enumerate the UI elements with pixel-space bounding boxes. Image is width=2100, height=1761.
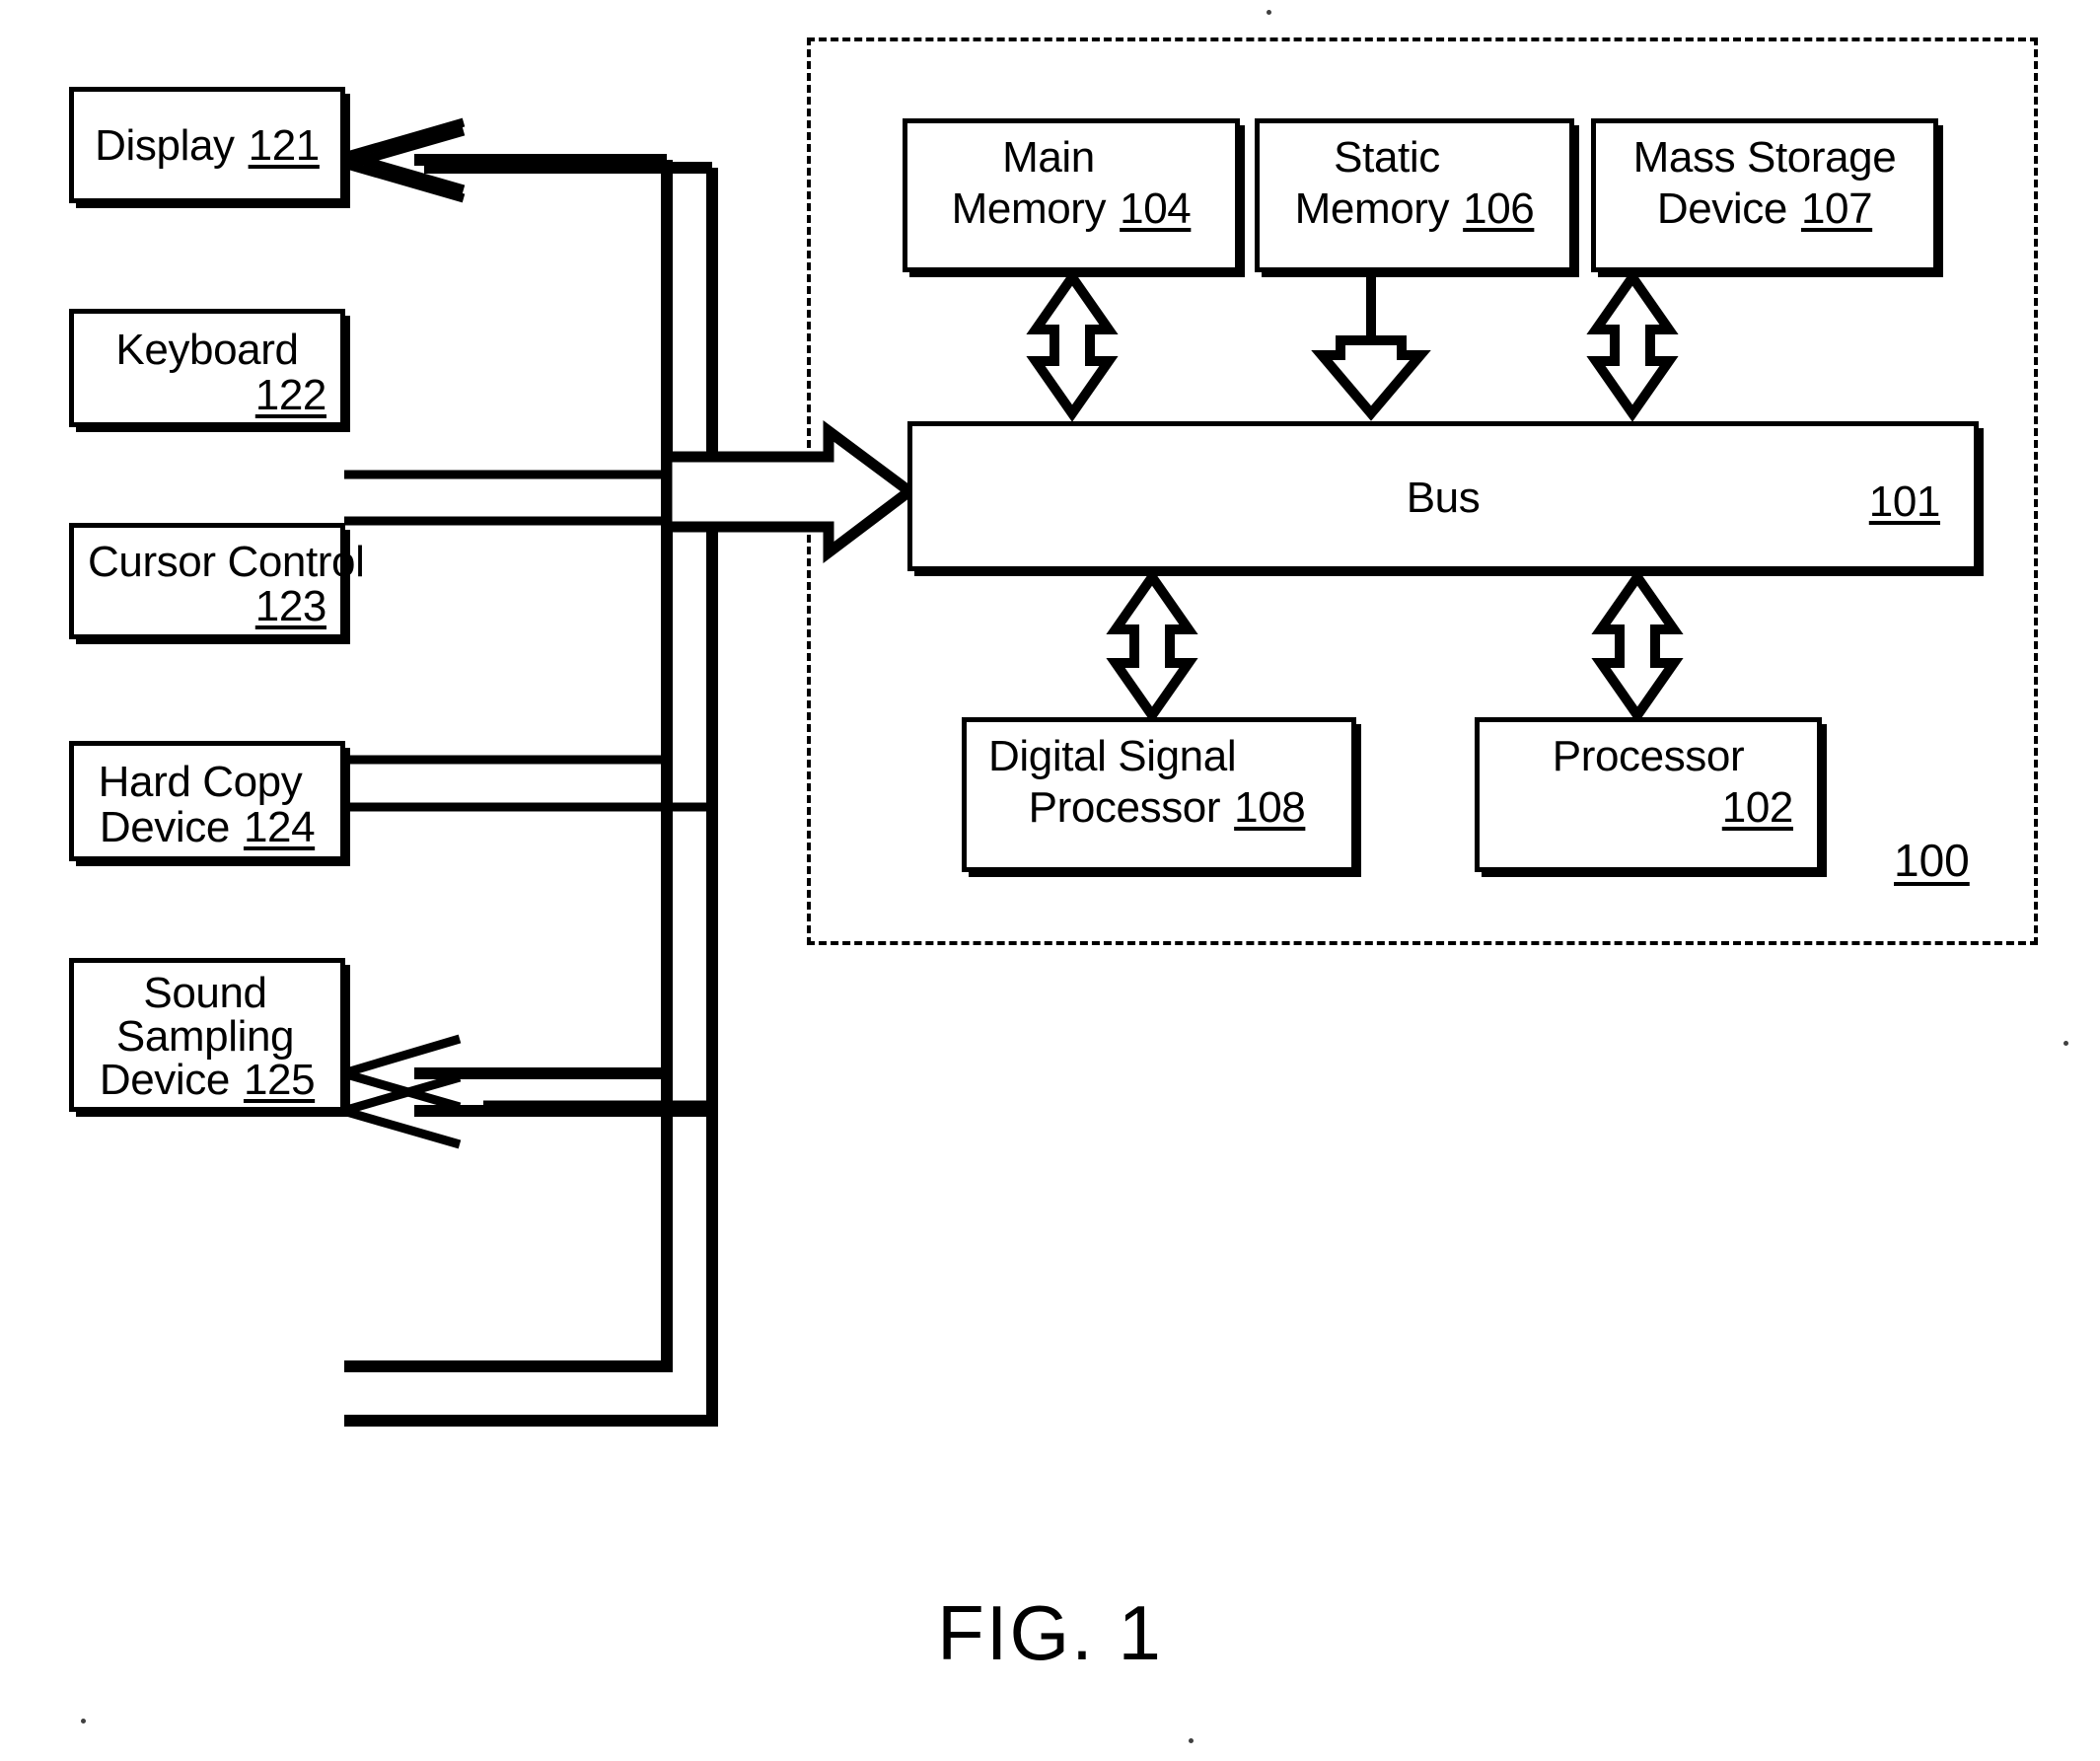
arrow-bus-processor	[1591, 568, 1684, 724]
sound-sampling-device-label-line2: Sampling	[115, 1012, 295, 1061]
digital-signal-processor-reference-numeral: 108	[1234, 783, 1306, 832]
mass-storage-device-label-line1: Mass Storage	[1632, 133, 1897, 182]
scan-speck	[1189, 1738, 1194, 1743]
hard-copy-device-label-line2: Device	[99, 803, 230, 851]
arrow-mainmemory-bus	[1026, 268, 1119, 422]
hard-copy-device-box[interactable]: Hard Copy Device 124	[69, 741, 345, 861]
static-memory-box[interactable]: Static Memory 106	[1255, 118, 1574, 272]
digital-signal-processor-label-line1: Digital Signal	[988, 732, 1237, 780]
processor-reference-numeral: 102	[1721, 783, 1794, 832]
scan-speck	[1267, 10, 1271, 15]
display-box[interactable]: Display 121	[69, 87, 345, 203]
sound-sampling-device-box[interactable]: Sound Sampling Device 125	[69, 958, 345, 1112]
hard-copy-device-label-line1: Hard Copy	[98, 758, 303, 806]
arrow-bus-dsp	[1106, 568, 1198, 724]
keyboard-box[interactable]: Keyboard 122	[69, 309, 345, 427]
main-memory-box[interactable]: Main Memory 104	[903, 118, 1240, 272]
processor-box[interactable]: Processor 102	[1475, 717, 1822, 872]
digital-signal-processor-label-line2: Processor	[1028, 783, 1221, 832]
figure-caption: FIG. 1	[937, 1589, 1163, 1676]
static-memory-label-line2: Memory	[1294, 184, 1450, 233]
cursor-control-reference-numeral: 123	[254, 582, 327, 630]
scan-speck	[81, 1719, 86, 1724]
arrow-staticmemory-bus	[1311, 277, 1431, 421]
sound-sampling-device-label-line1: Sound	[143, 969, 267, 1017]
static-memory-reference-numeral: 106	[1463, 184, 1535, 233]
mass-storage-device-reference-numeral: 107	[1800, 184, 1873, 233]
keyboard-reference-numeral: 122	[254, 371, 327, 419]
sound-sampling-device-label-line3: Device	[99, 1056, 230, 1104]
cursor-control-label: Cursor Control	[88, 538, 365, 586]
arrow-massstorage-bus	[1586, 268, 1679, 422]
cursor-control-box[interactable]: Cursor Control 123	[69, 523, 365, 639]
digital-signal-processor-box[interactable]: Digital Signal Processor 108	[962, 717, 1356, 872]
main-memory-reference-numeral: 104	[1120, 184, 1192, 233]
mass-storage-device-label-line2: Device	[1656, 184, 1787, 233]
main-memory-label-line2: Memory	[951, 184, 1107, 233]
arrow-peripherals-to-bus	[661, 420, 919, 564]
sound-sampling-device-reference-numeral: 125	[243, 1056, 316, 1104]
mass-storage-device-box[interactable]: Mass Storage Device 107	[1591, 118, 1938, 272]
display-reference-numeral: 121	[248, 121, 321, 170]
static-memory-label-line1: Static	[1334, 133, 1440, 182]
hard-copy-device-reference-numeral: 124	[243, 803, 316, 851]
bus-reference-numeral: 101	[1868, 477, 1941, 526]
figure-canvas: 100 Display 121 Keyboard 122 Cursor Cont…	[0, 0, 2100, 1761]
processor-label: Processor	[1552, 732, 1745, 780]
main-memory-label-line1: Main	[1002, 133, 1095, 182]
display-label: Display	[95, 121, 235, 170]
scan-speck	[2064, 1041, 2068, 1046]
keyboard-label: Keyboard	[115, 326, 299, 374]
trunk-outer	[344, 168, 718, 1427]
bus-box[interactable]: Bus 101	[907, 421, 1979, 571]
